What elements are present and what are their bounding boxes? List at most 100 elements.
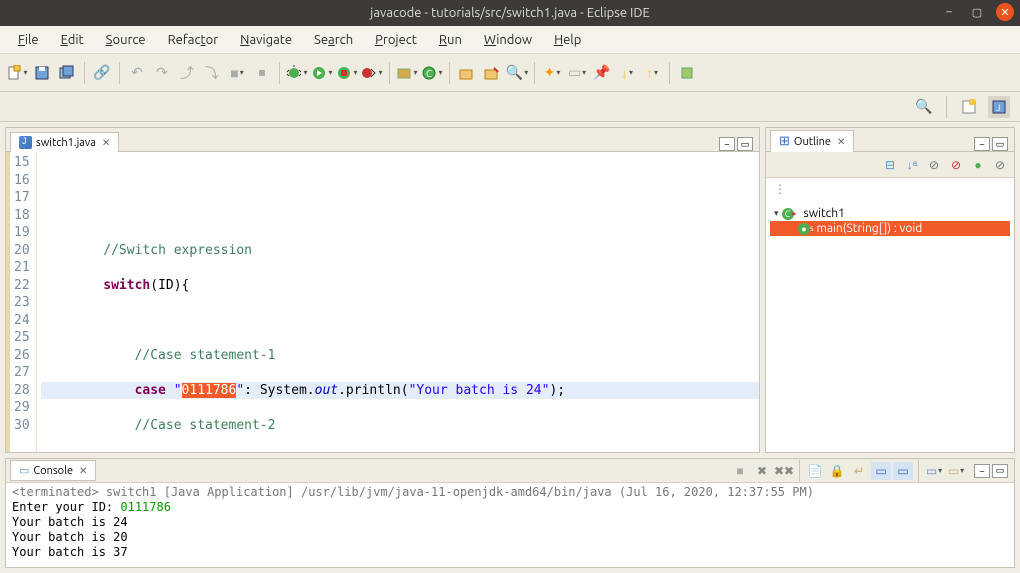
menu-project[interactable]: Project <box>365 29 427 51</box>
search-icon[interactable]: 🔍 <box>913 96 935 118</box>
new-button[interactable] <box>6 62 28 84</box>
outline-focus-icon[interactable]: ⊟ <box>882 157 898 173</box>
link-button[interactable]: 🔗 <box>91 62 113 84</box>
outline-hide-nonpublic-icon[interactable]: ● <box>970 157 986 173</box>
outline-icon: ⊞ <box>779 134 790 149</box>
console-icon: ▭ <box>19 464 29 477</box>
console-display-icon[interactable]: ▭ <box>924 462 944 480</box>
debug-button[interactable] <box>286 62 308 84</box>
editor-minimize-button[interactable]: – <box>719 137 735 151</box>
editor-panel: switch1.java ✕ – ▭ 151617181920212223242… <box>5 127 760 453</box>
console-remove-icon[interactable]: ✖ <box>752 462 772 480</box>
code-area[interactable]: //Switch expression switch(ID){ //Case s… <box>37 152 759 452</box>
outline-tree[interactable]: ▾ C ▸ switch1 ● s main(String[]) : void <box>766 200 1014 452</box>
console-removeall-icon[interactable]: ✖✖ <box>774 462 794 480</box>
outline-method-row[interactable]: ● s main(String[]) : void <box>770 221 1010 236</box>
console-minimize-button[interactable]: – <box>974 464 990 478</box>
outline-class-row[interactable]: ▾ C ▸ switch1 <box>770 206 1010 221</box>
minimize-button[interactable]: – <box>940 3 958 21</box>
redo-button[interactable]: ↷ <box>151 62 173 84</box>
console-wrap-icon[interactable]: ↵ <box>849 462 869 480</box>
outline-tabbar: ⊞ Outline ✕ – ▭ <box>766 128 1014 152</box>
editor-tab-label: switch1.java <box>36 137 96 149</box>
menu-search[interactable]: Search <box>304 29 363 51</box>
menu-edit[interactable]: Edit <box>51 29 94 51</box>
svg-text:J: J <box>996 103 1000 113</box>
console-maximize-button[interactable]: ▭ <box>992 464 1008 478</box>
menu-navigate[interactable]: Navigate <box>230 29 302 51</box>
method-icon: ● <box>798 223 810 235</box>
outline-hide-local-icon[interactable]: ⊘ <box>992 157 1008 173</box>
console-tab[interactable]: ▭ Console ✕ <box>10 460 96 481</box>
menu-bar: File Edit Source Refactor Navigate Searc… <box>0 26 1020 54</box>
open-task-button[interactable] <box>481 62 503 84</box>
console-header: <terminated> switch1 [Java Application] … <box>12 485 1008 500</box>
console-panel: ▭ Console ✕ ■ ✖ ✖✖ 📄 🔒 ↵ ▭ ▭ ▭ ▭ – ▭ <box>5 458 1015 568</box>
console-line: Your batch is 37 <box>12 545 1008 560</box>
wizard-button[interactable] <box>676 62 698 84</box>
console-output[interactable]: <terminated> switch1 [Java Application] … <box>6 483 1014 567</box>
ann-prev-button[interactable]: ↑ <box>641 62 663 84</box>
console-tab-label: Console <box>33 465 73 477</box>
save-all-button[interactable] <box>56 62 78 84</box>
menu-window[interactable]: Window <box>474 29 542 51</box>
nav-drop-button[interactable]: ▭ <box>566 62 588 84</box>
outline-tab[interactable]: ⊞ Outline ✕ <box>770 130 854 152</box>
outline-hide-static-icon[interactable]: ⊘ <box>948 157 964 173</box>
console-line: Your batch is 24 <box>12 515 1008 530</box>
close-console-icon[interactable]: ✕ <box>79 465 87 477</box>
outline-method-label: main(String[]) : void <box>816 222 922 235</box>
history-button[interactable]: ■ <box>226 62 248 84</box>
step-button[interactable]: ⤴ <box>176 62 198 84</box>
console-show-icon[interactable]: ▭ <box>893 462 913 480</box>
menu-refactor[interactable]: Refactor <box>158 29 229 51</box>
editor-tab-switch1[interactable]: switch1.java ✕ <box>10 132 119 152</box>
perspective-open-button[interactable] <box>958 96 980 118</box>
console-line: Your batch is 20 <box>12 530 1008 545</box>
main-toolbar: 🔗 ↶ ↷ ⤴ ⤵ ■ ⏹ C 🔍 ✦ ▭ 📌 ↓ ↑ <box>0 54 1020 92</box>
menu-source[interactable]: Source <box>96 29 156 51</box>
console-new-icon[interactable]: ▭ <box>946 462 966 480</box>
console-tabbar: ▭ Console ✕ ■ ✖ ✖✖ 📄 🔒 ↵ ▭ ▭ ▭ ▭ – ▭ <box>6 459 1014 483</box>
code-editor[interactable]: 15161718192021222324252627282930 //Switc… <box>6 152 759 452</box>
console-pin-icon[interactable]: ▭ <box>871 462 891 480</box>
coverage-button[interactable] <box>336 62 358 84</box>
run-ext-button[interactable] <box>361 62 383 84</box>
console-clear-icon[interactable]: 📄 <box>805 462 825 480</box>
close-button[interactable]: ✕ <box>996 3 1014 21</box>
outline-maximize-button[interactable]: ▭ <box>992 137 1008 151</box>
window-titlebar: javacode - tutorials/src/switch1.java - … <box>0 0 1020 26</box>
search-type-button[interactable]: 🔍 <box>506 62 528 84</box>
ann-next-button[interactable]: ↓ <box>616 62 638 84</box>
close-tab-icon[interactable]: ✕ <box>102 137 110 149</box>
outline-panel: ⊞ Outline ✕ – ▭ ⊟ ↓ᵃ ⊘ ⊘ ● ⊘ ⋮ ▾ <box>765 127 1015 453</box>
outline-menu-icon[interactable]: ⋮ <box>766 178 1014 200</box>
menu-file[interactable]: File <box>8 29 49 51</box>
outline-minimize-button[interactable]: – <box>974 137 990 151</box>
step2-button[interactable]: ⤵ <box>201 62 223 84</box>
outline-hide-fields-icon[interactable]: ⊘ <box>926 157 942 173</box>
new-class-button[interactable]: C <box>421 62 443 84</box>
save-button[interactable] <box>31 62 53 84</box>
console-scroll-icon[interactable]: 🔒 <box>827 462 847 480</box>
menu-help[interactable]: Help <box>544 29 591 51</box>
outline-sort-icon[interactable]: ↓ᵃ <box>904 157 920 173</box>
editor-maximize-button[interactable]: ▭ <box>737 137 753 151</box>
console-line: Enter your ID: <box>12 500 120 514</box>
run-button[interactable] <box>311 62 333 84</box>
undo-button[interactable]: ↶ <box>126 62 148 84</box>
new-package-button[interactable] <box>396 62 418 84</box>
window-title: javacode - tutorials/src/switch1.java - … <box>370 6 650 20</box>
pin-button[interactable]: 📌 <box>591 62 613 84</box>
menu-run[interactable]: Run <box>429 29 472 51</box>
editor-tabbar: switch1.java ✕ – ▭ <box>6 128 759 152</box>
outline-toolbar: ⊟ ↓ᵃ ⊘ ⊘ ● ⊘ <box>766 152 1014 178</box>
open-type-button[interactable] <box>456 62 478 84</box>
maximize-button[interactable]: ▢ <box>968 3 986 21</box>
perspective-java-button[interactable]: J <box>988 96 1010 118</box>
console-terminate-icon[interactable]: ■ <box>730 462 750 480</box>
stop-button[interactable]: ⏹ <box>251 62 273 84</box>
nav-fwd-button[interactable]: ✦ <box>541 62 563 84</box>
close-outline-icon[interactable]: ✕ <box>837 136 845 148</box>
outline-tab-label: Outline <box>794 136 831 148</box>
